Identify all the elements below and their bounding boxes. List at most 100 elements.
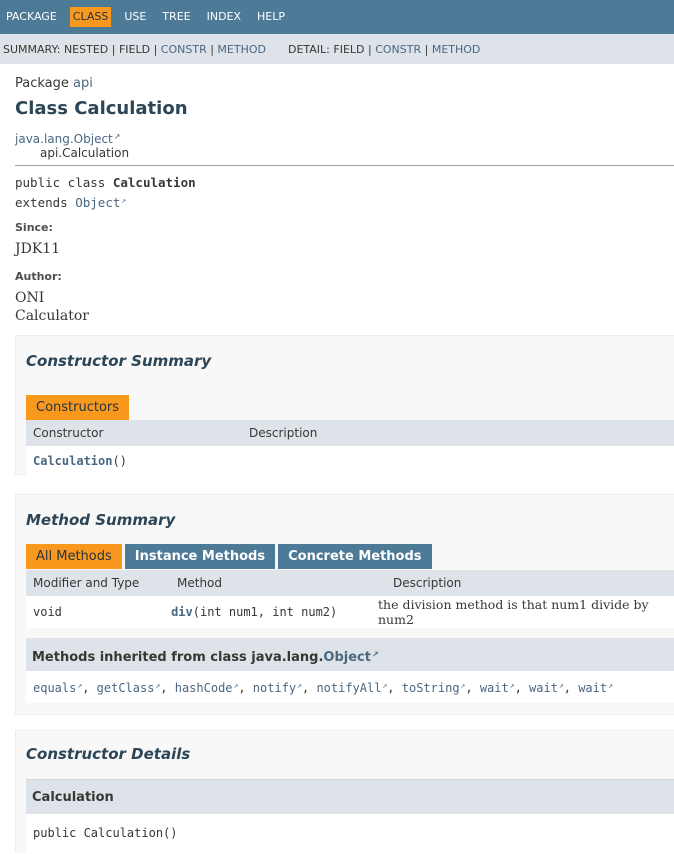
class-header: Package api Class Calculation java.lang.… — [15, 76, 674, 160]
since-value: JDK11 — [15, 241, 61, 257]
nav-separator: | — [206, 42, 218, 56]
constructor-tabs: Constructors — [26, 395, 132, 420]
page-title: Class Calculation — [15, 98, 188, 119]
inherited-method-link[interactable]: wait — [529, 681, 558, 695]
class-notes: Since: JDK11 Author: ONI Calculator — [15, 221, 655, 325]
tab-constructors[interactable]: Constructors — [26, 395, 130, 420]
col-description: Description — [393, 576, 462, 590]
constructor-details: Constructor Details Calculation public C… — [15, 730, 674, 854]
nav-class-current: CLASS — [69, 7, 112, 27]
inherited-method-link[interactable]: wait — [480, 681, 509, 695]
inherited-methods-list: equals↗, getClass↗, hashCode↗, notify↗, … — [26, 671, 674, 703]
inheritance-tree: java.lang.Object↗ api.Calculation — [15, 130, 674, 160]
constructor-detail-heading: Calculation — [26, 779, 674, 814]
object-link[interactable]: java.lang.Object — [15, 132, 113, 146]
table-header: Modifier and Type Method Description — [26, 570, 674, 596]
external-link-icon: ↗ — [608, 681, 613, 690]
author-line: ONI — [15, 290, 45, 306]
inherited-method-link[interactable]: equals — [33, 681, 76, 695]
detail-label: DETAIL: — [287, 42, 330, 56]
nav-separator: | — [150, 42, 161, 56]
col-method: Method — [177, 576, 223, 590]
col-description: Description — [249, 426, 318, 440]
external-link-icon: ↗ — [371, 650, 379, 659]
table-row: Calculation() — [26, 446, 674, 475]
inherited-method-link[interactable]: wait — [578, 681, 607, 695]
method-summary: Method Summary All Methods Instance Meth… — [15, 494, 674, 715]
method-params: (int num1, int num2) — [192, 605, 338, 619]
package-line: Package api — [15, 76, 674, 91]
method-tabs: All Methods Instance Methods Concrete Me… — [26, 544, 435, 569]
method-div-link[interactable]: div — [171, 605, 193, 619]
package-link[interactable]: api — [73, 76, 93, 91]
constructor-detail-signature: public Calculation() — [26, 814, 674, 854]
summary-method-link[interactable]: METHOD — [217, 43, 266, 56]
table-header: Constructor Description — [26, 420, 674, 446]
top-nav: PACKAGE CLASS USE TREE INDEX HELP — [0, 0, 674, 34]
col-modifier: Modifier and Type — [33, 576, 140, 590]
list-separator: , — [563, 681, 579, 695]
detail-method-link[interactable]: METHOD — [432, 43, 481, 56]
list-separator: , — [160, 681, 175, 695]
list-separator: , — [82, 681, 97, 695]
inherited-method-link[interactable]: notifyAll — [316, 681, 381, 695]
constructor-link[interactable]: Calculation — [33, 454, 112, 468]
detail-nav: DETAIL: FIELD | CONSTR | METHOD — [288, 43, 480, 56]
summary-nav: SUMMARY: NESTED | FIELD | CONSTR | METHO… — [3, 43, 266, 56]
method-table: Modifier and Type Method Description voi… — [26, 570, 674, 628]
inherited-method-link[interactable]: notify — [253, 681, 296, 695]
col-constructor: Constructor — [33, 426, 104, 440]
since-label: Since: — [15, 221, 53, 234]
nav-use-link[interactable]: USE — [121, 7, 149, 27]
inherited-methods-header: Methods inherited from class java.lang.O… — [26, 638, 674, 672]
tab-all-methods[interactable]: All Methods — [26, 544, 122, 569]
nav-separator: | — [108, 42, 119, 56]
tab-concrete-methods[interactable]: Concrete Methods — [278, 544, 432, 569]
tab-instance-methods[interactable]: Instance Methods — [124, 544, 276, 569]
detail-field: FIELD — [333, 42, 365, 56]
inherited-method-link[interactable]: toString — [402, 681, 460, 695]
list-separator: , — [301, 681, 317, 695]
author-value: ONI Calculator — [15, 289, 655, 325]
method-cell: div(int num1, int num2) — [164, 605, 371, 619]
author-label: Author: — [15, 270, 62, 283]
signature-prefix: public class — [15, 175, 113, 190]
method-summary-title: Method Summary — [26, 511, 176, 529]
class-signature: public class Calculation extends Object↗ — [15, 174, 196, 212]
nav-package-link[interactable]: PACKAGE — [3, 7, 60, 27]
summary-nested: NESTED — [63, 42, 109, 56]
external-link-icon: ↗ — [121, 196, 127, 205]
external-link-icon: ↗ — [113, 132, 121, 141]
summary-label: SUMMARY: — [3, 42, 61, 56]
nav-tree-link[interactable]: TREE — [159, 7, 193, 27]
summary-constr-link[interactable]: CONSTR — [161, 43, 207, 56]
package-label: Package — [15, 76, 69, 91]
nav-index-link[interactable]: INDEX — [204, 7, 244, 27]
inherited-method-link[interactable]: hashCode — [175, 681, 233, 695]
detail-constr-link[interactable]: CONSTR — [375, 43, 421, 56]
list-separator: , — [514, 681, 530, 695]
method-type: void — [33, 605, 62, 619]
list-separator: , — [465, 681, 480, 695]
table-row: void div(int num1, int num2) the divisio… — [26, 596, 674, 628]
inheritance-child: api.Calculation — [40, 146, 130, 160]
constructor-table: Constructor Description Calculation() — [26, 420, 674, 475]
constructor-cell: Calculation() — [26, 454, 127, 468]
constructor-details-title: Constructor Details — [26, 745, 191, 763]
sub-nav: SUMMARY: NESTED | FIELD | CONSTR | METHO… — [0, 34, 674, 64]
nav-separator: | — [421, 42, 432, 56]
author-line: Calculator — [15, 308, 89, 324]
list-separator: , — [238, 681, 253, 695]
constructor-summary: Constructor Summary Constructors Constru… — [15, 335, 674, 475]
list-separator: , — [387, 681, 402, 695]
inherited-method-link[interactable]: getClass — [97, 681, 155, 695]
summary-field: FIELD — [118, 42, 151, 56]
signature-extends: extends — [15, 195, 76, 210]
constructor-params: () — [112, 453, 127, 468]
divider — [15, 165, 674, 166]
nav-help-link[interactable]: HELP — [254, 7, 288, 27]
signature-object-link[interactable]: Object — [75, 195, 120, 210]
signature-class-name: Calculation — [112, 175, 196, 190]
method-description: the division method is that num1 divide … — [378, 597, 649, 627]
inherited-object-link[interactable]: Object — [323, 650, 371, 665]
